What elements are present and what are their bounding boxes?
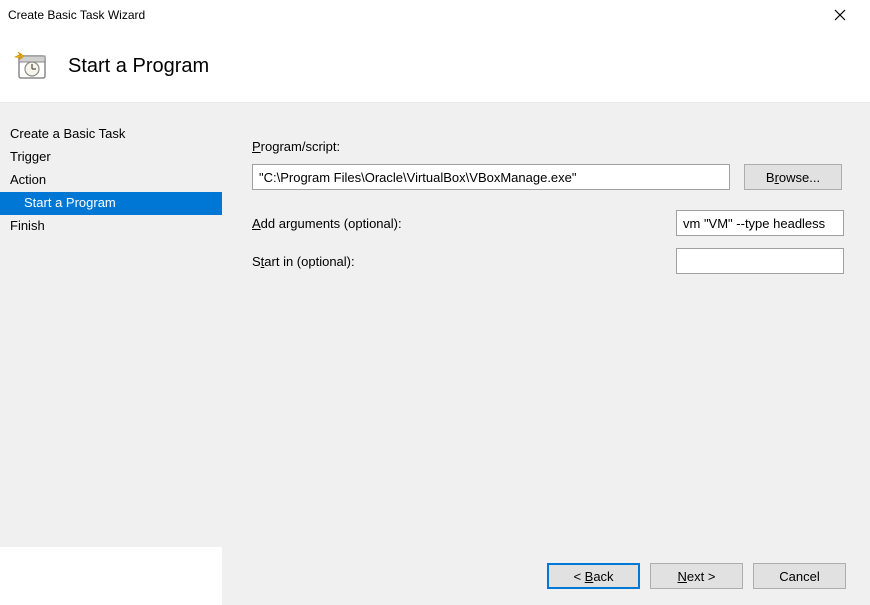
wizard-form: Program/script: Browse... Add arguments … [222,103,870,547]
content-area: Create a Basic Task Trigger Action Start… [0,102,870,547]
next-button[interactable]: Next > [650,563,743,589]
arguments-input[interactable] [676,210,844,236]
program-input[interactable] [252,164,730,190]
program-label: Program/script: [252,139,340,154]
sidebar-item-trigger[interactable]: Trigger [0,146,222,169]
sidebar-item-start-program[interactable]: Start a Program [0,192,222,215]
startin-input[interactable] [676,248,844,274]
cancel-button[interactable]: Cancel [753,563,846,589]
title-bar: Create Basic Task Wizard [0,0,870,30]
wizard-header: Start a Program [0,30,870,102]
sidebar-item-finish[interactable]: Finish [0,215,222,238]
wizard-footer: < Back Next > Cancel [222,547,870,605]
window-title: Create Basic Task Wizard [8,8,817,22]
arguments-label: Add arguments (optional): [252,216,402,231]
close-icon [834,9,846,21]
sidebar-item-create-task[interactable]: Create a Basic Task [0,123,222,146]
browse-button[interactable]: Browse... [744,164,842,190]
startin-label: Start in (optional): [252,254,355,269]
close-button[interactable] [817,1,862,29]
sidebar-item-action[interactable]: Action [0,169,222,192]
wizard-icon [14,48,50,84]
back-button[interactable]: < Back [547,563,640,589]
wizard-sidebar: Create a Basic Task Trigger Action Start… [0,103,222,547]
wizard-title: Start a Program [68,55,209,78]
